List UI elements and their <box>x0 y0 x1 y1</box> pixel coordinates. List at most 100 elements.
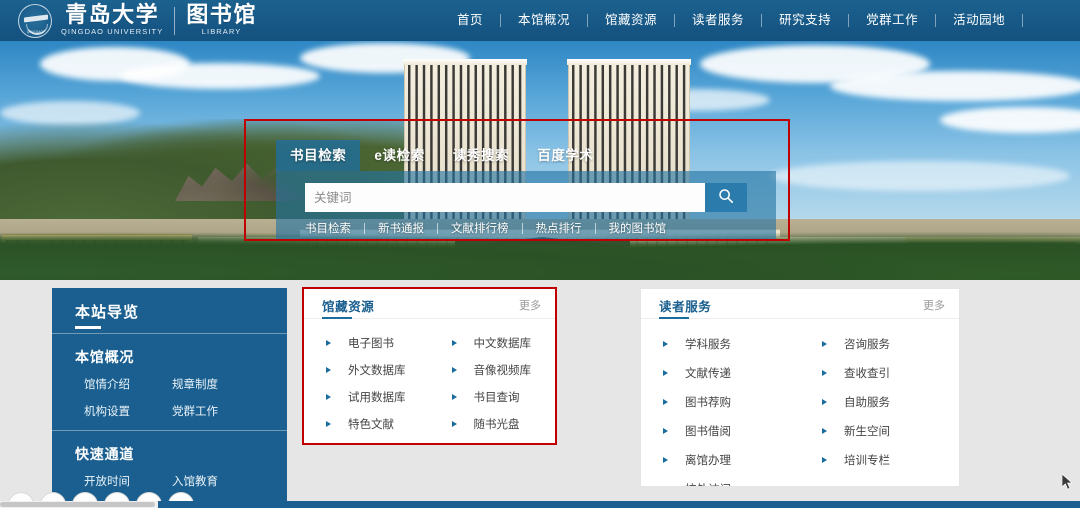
site-brand[interactable]: QINGDAO 青岛大学 QINGDAO UNIVERSITY 图书馆 LIBR… <box>18 0 257 41</box>
list-item[interactable]: 培训专栏 <box>800 445 959 474</box>
brand-name-cn: 青岛大学 <box>65 2 160 28</box>
chevron-right-icon <box>451 420 457 427</box>
quick-link-my-library[interactable]: 我的图书馆 <box>596 220 680 236</box>
magnifier-icon <box>718 188 734 207</box>
content-area: 本站导览 本馆概况 馆情介绍 规章制度 机构设置 党群工作 快速通道 开放时间 … <box>0 280 1080 508</box>
list-item-label: 自助服务 <box>844 396 890 409</box>
sidebar-link-rules[interactable]: 规章制度 <box>172 376 260 392</box>
list-item[interactable]: 中文数据库 <box>430 329 556 356</box>
quick-link-new-books[interactable]: 新书通报 <box>365 220 437 236</box>
quick-link-bibliographic[interactable]: 书目检索 <box>305 220 364 236</box>
nav-separator <box>1022 14 1024 27</box>
tab-edu-search[interactable]: e读检索 <box>360 140 438 171</box>
list-item[interactable]: 学科服务 <box>641 329 800 358</box>
tab-baidu-scholar[interactable]: 百度学术 <box>523 140 607 171</box>
chevron-right-icon <box>822 340 827 347</box>
list-item-label: 随书光盘 <box>473 418 520 431</box>
list-item[interactable]: 图书借阅 <box>641 416 800 445</box>
sidebar-section-title: 本馆概况 <box>75 349 135 365</box>
link-grid: 电子图书 中文数据库 外文数据库 音像视频库 试用数据库 书目查询 特色文献 随… <box>304 329 555 437</box>
chevron-right-icon <box>451 393 457 400</box>
chevron-right-icon <box>663 485 668 486</box>
brand-name-en: QINGDAO UNIVERSITY <box>61 27 164 36</box>
hero-banner: 书目检索 e读检索 读秀搜索 百度学术 关键词 书目检索 新书通报 文献排行榜 … <box>0 41 1080 280</box>
brand-sub-cn: 图书馆 <box>186 2 257 28</box>
list-item-label: 外文数据库 <box>348 364 406 377</box>
sidebar-link-education[interactable]: 入馆教育 <box>172 473 260 489</box>
list-item-label: 咨询服务 <box>844 338 890 351</box>
brand-sub-en: LIBRARY <box>201 27 242 36</box>
nav-item-activities[interactable]: 活动园地 <box>936 0 1022 41</box>
horizontal-scrollbar[interactable] <box>0 501 1080 508</box>
sidebar-link-grid: 开放时间 入馆教育 <box>84 473 287 489</box>
link-grid: 学科服务 咨询服务 文献传递 查收查引 图书荐购 自助服务 图书借阅 新生空间 … <box>641 329 959 487</box>
title-underline <box>659 317 689 319</box>
title-underline <box>75 326 101 329</box>
list-item[interactable]: 查收查引 <box>800 358 959 387</box>
nav-item-research[interactable]: 研究支持 <box>762 0 848 41</box>
list-item[interactable]: 电子图书 <box>304 329 430 356</box>
list-item-label: 培训专栏 <box>844 454 890 467</box>
list-item[interactable]: 咨询服务 <box>800 329 959 358</box>
nav-item-collection[interactable]: 馆藏资源 <box>588 0 674 41</box>
crest-micro-text: QINGDAO <box>26 29 44 34</box>
list-item-label: 校外访问 <box>685 481 731 487</box>
search-quick-links: 书目检索 新书通报 文献排行榜 热点排行 我的图书馆 <box>305 219 755 237</box>
more-link[interactable]: 更多 <box>519 297 541 313</box>
panel-title: 读者服务 <box>659 300 712 314</box>
chevron-right-icon <box>326 366 331 373</box>
sidebar-link-hours[interactable]: 开放时间 <box>84 473 172 489</box>
sidebar-link-party[interactable]: 党群工作 <box>172 403 260 419</box>
sidebar-link-intro[interactable]: 馆情介绍 <box>84 376 172 392</box>
search-input[interactable] <box>305 183 705 212</box>
list-item[interactable]: 试用数据库 <box>304 383 430 410</box>
list-item[interactable]: 新生空间 <box>800 416 959 445</box>
list-item-label: 试用数据库 <box>348 391 406 404</box>
chevron-right-icon <box>822 456 827 463</box>
nav-item-home[interactable]: 首页 <box>440 0 500 41</box>
list-item[interactable]: 离馆办理 <box>641 445 800 474</box>
list-item[interactable]: 文献传递 <box>641 358 800 387</box>
nav-item-about[interactable]: 本馆概况 <box>501 0 587 41</box>
list-item[interactable]: 自助服务 <box>800 387 959 416</box>
panel-title: 馆藏资源 <box>322 300 375 314</box>
list-item-label: 查收查引 <box>844 367 890 380</box>
list-item[interactable]: 外文数据库 <box>304 356 430 383</box>
search-button[interactable] <box>705 183 747 212</box>
sidebar-link-org[interactable]: 机构设置 <box>84 403 172 419</box>
tab-bibliographic-search[interactable]: 书目检索 <box>276 140 361 171</box>
chevron-right-icon <box>451 339 457 346</box>
quick-link-hot-ranking[interactable]: 热点排行 <box>523 220 595 236</box>
list-item-label: 图书借阅 <box>685 425 731 438</box>
list-item[interactable]: 图书荐购 <box>641 387 800 416</box>
library-homepage: QINGDAO 青岛大学 QINGDAO UNIVERSITY 图书馆 LIBR… <box>0 0 1080 508</box>
chevron-right-icon <box>663 456 668 463</box>
sidebar-section-about: 本馆概况 馆情介绍 规章制度 机构设置 党群工作 <box>52 334 287 430</box>
cloud-decor <box>830 71 1080 101</box>
site-header: QINGDAO 青岛大学 QINGDAO UNIVERSITY 图书馆 LIBR… <box>0 0 1080 41</box>
list-item[interactable]: 随书光盘 <box>430 410 556 437</box>
search-tab-list: 书目检索 e读检索 读秀搜索 百度学术 <box>276 140 608 171</box>
title-underline <box>322 317 352 319</box>
tab-duxiu-search[interactable]: 读秀搜索 <box>439 140 523 171</box>
nav-item-service[interactable]: 读者服务 <box>675 0 761 41</box>
quick-link-ranking[interactable]: 文献排行榜 <box>438 220 522 236</box>
more-link[interactable]: 更多 <box>923 297 945 313</box>
list-item[interactable]: 音像视频库 <box>430 356 556 383</box>
list-item[interactable]: 特色文献 <box>304 410 430 437</box>
list-item[interactable]: 校外访问 <box>641 474 800 487</box>
chevron-right-icon <box>663 369 668 376</box>
chevron-right-icon <box>822 369 827 376</box>
scrollbar-thumb[interactable] <box>0 502 155 507</box>
scrollbar-track-accent <box>158 501 1080 508</box>
list-item-empty <box>800 474 959 486</box>
sidebar-section-fastlane: 快速通道 开放时间 入馆教育 <box>52 431 287 500</box>
nav-item-party[interactable]: 党群工作 <box>849 0 935 41</box>
list-item-label: 图书荐购 <box>685 396 731 409</box>
chevron-right-icon <box>663 398 668 405</box>
chevron-right-icon <box>822 427 827 434</box>
brand-divider <box>174 6 176 35</box>
site-guide-header: 本站导览 <box>52 288 287 333</box>
main-navigation: 首页 本馆概况 馆藏资源 读者服务 研究支持 党群工作 活动园地 <box>440 0 1024 41</box>
list-item[interactable]: 书目查询 <box>430 383 556 410</box>
